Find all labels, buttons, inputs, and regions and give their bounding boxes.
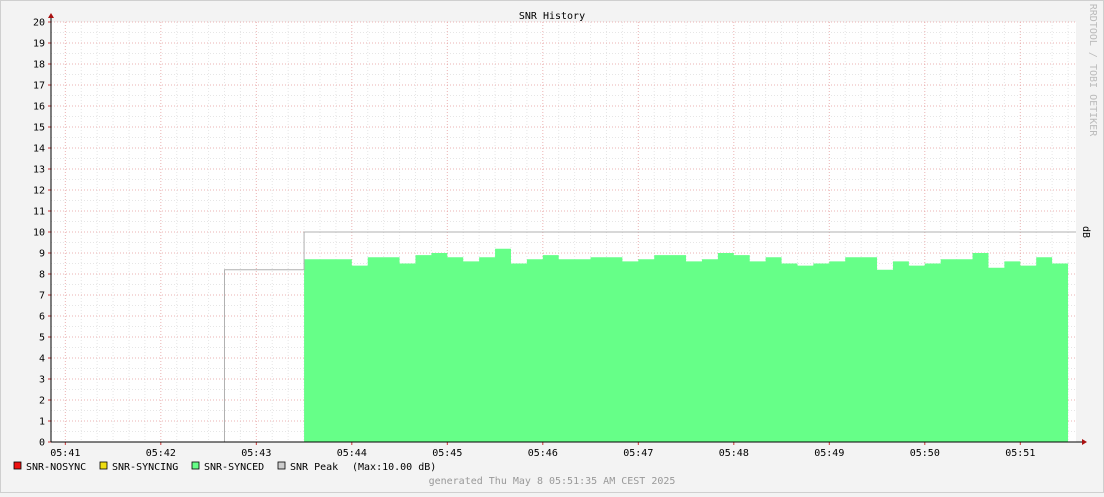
x-tick-label: 05:42	[146, 448, 176, 459]
watermark: RRDTOOL / TOBI OETIKER	[1087, 4, 1098, 137]
legend-label: SNR Peak	[290, 462, 338, 473]
y-tick-label: 17	[33, 81, 45, 92]
y-tick-label: 6	[39, 312, 45, 323]
y-tick-label: 0	[39, 438, 45, 449]
snr-history-chart: 0 1 2 3 4 5 6 7 8 9 10 11 12 13 14 15 16 17 18 19 20 05:41 05:…	[0, 0, 1104, 493]
x-tick-label: 05:47	[623, 448, 653, 459]
y-tick-label: 2	[39, 396, 45, 407]
legend: SNR-NOSYNC SNR-SYNCING SNR-SYNCED SNR Peak	[13, 461, 338, 473]
y-tick-label: 16	[33, 102, 45, 113]
y-tick-label: 9	[39, 249, 45, 260]
legend-swatch	[99, 461, 108, 470]
y-tick-label: 19	[33, 39, 45, 50]
generated-footer: generated Thu May 8 05:51:35 AM CEST 202…	[429, 476, 676, 487]
y-tick-label: 10	[33, 228, 45, 239]
y-axis-unit-label: dB	[1080, 226, 1091, 238]
legend-swatch	[277, 461, 286, 470]
x-tick-label: 05:49	[814, 448, 844, 459]
y-tick-label: 5	[39, 333, 45, 344]
x-tick-label: 05:46	[528, 448, 558, 459]
x-tick-label: 05:43	[241, 448, 271, 459]
y-tick-label: 14	[33, 144, 45, 155]
legend-label: SNR-SYNCING	[112, 462, 178, 473]
y-tick-label: 4	[39, 354, 45, 365]
x-tick-label: 05:51	[1005, 448, 1035, 459]
x-tick-label: 05:44	[337, 448, 367, 459]
y-tick-label: 1	[39, 417, 45, 428]
legend-label: SNR-NOSYNC	[26, 462, 86, 473]
legend-swatch	[13, 461, 22, 470]
y-tick-label: 3	[39, 375, 45, 386]
y-tick-label: 13	[33, 165, 45, 176]
y-tick-label: 8	[39, 270, 45, 281]
chart-canvas: 0123456789101112131415161718192005:41 05:…	[0, 0, 1104, 493]
y-tick-label: 7	[39, 291, 45, 302]
y-tick-label: 11	[33, 207, 45, 218]
x-tick-label: 05:45	[432, 448, 462, 459]
y-tick-label: 12	[33, 186, 45, 197]
x-tick-label: 05:48	[719, 448, 749, 459]
x-tick-label: 05:50	[910, 448, 940, 459]
y-tick-label: 20	[33, 18, 45, 29]
legend-swatch	[191, 461, 200, 470]
y-tick-label: 18	[33, 60, 45, 71]
series-area-layer	[304, 248, 1069, 442]
legend-max-note: (Max:10.00 dB)	[352, 462, 436, 473]
snr-synced-area	[304, 248, 1069, 442]
legend-label: SNR-SYNCED	[204, 462, 264, 473]
x-tick-label: 05:41	[50, 448, 80, 459]
y-tick-label: 15	[33, 123, 45, 134]
chart-title: SNR History	[519, 11, 585, 22]
